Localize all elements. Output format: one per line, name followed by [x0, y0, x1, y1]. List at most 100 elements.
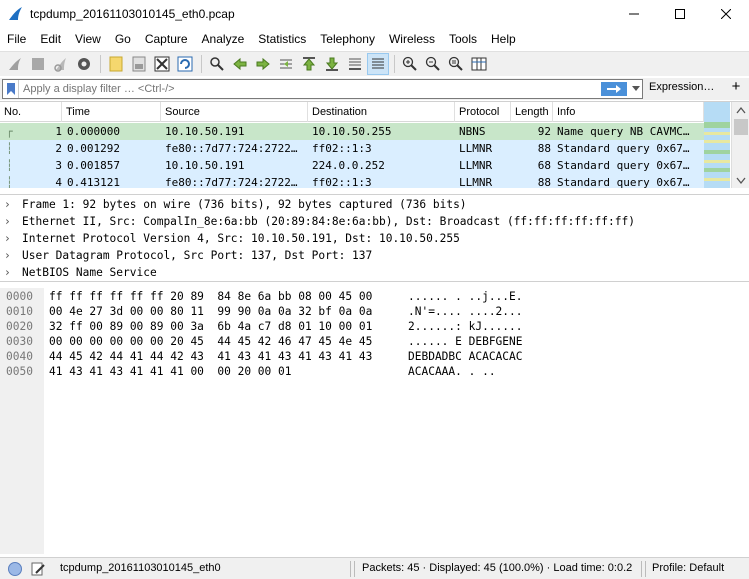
- byte-hex[interactable]: 32 ff 00 89 00 89 00 3a 6b 4a c7 d8 01 1…: [49, 319, 372, 334]
- detail-tree-item[interactable]: › Internet Protocol Version 4, Src: 10.10…: [4, 230, 460, 247]
- packet-destination: ff02::1:3: [312, 176, 372, 188]
- expand-arrow-icon[interactable]: ›: [4, 247, 22, 264]
- zoom-reset-icon: [448, 56, 463, 71]
- add-filter-button[interactable]: +: [726, 78, 746, 95]
- packet-time: 0.413121: [67, 176, 120, 188]
- packet-row[interactable]: ┆ 2 0.001292 fe80::7d77:724:2722… ff02::…: [0, 140, 704, 157]
- zoom-out-icon: [425, 56, 440, 71]
- stop-capture-button[interactable]: [27, 53, 49, 75]
- close-file-button[interactable]: [151, 53, 173, 75]
- autoscroll-icon: [349, 58, 361, 70]
- packet-source: 10.10.50.191: [165, 125, 245, 138]
- display-filter-input[interactable]: [19, 81, 589, 97]
- save-file-button[interactable]: [128, 53, 150, 75]
- byte-offset: 0030: [6, 335, 33, 348]
- reload-file-button[interactable]: [174, 53, 196, 75]
- zoom-in-icon: [402, 56, 417, 71]
- packet-list-scrollbar[interactable]: [731, 102, 749, 188]
- capture-comment-icon[interactable]: [30, 561, 46, 577]
- conversation-bracket-icon: ┌: [6, 125, 13, 138]
- expand-arrow-icon[interactable]: ›: [4, 264, 22, 281]
- expand-arrow-icon[interactable]: ›: [4, 196, 22, 213]
- packet-source: fe80::7d77:724:2722…: [165, 142, 298, 155]
- status-profile[interactable]: Profile: Default: [652, 562, 724, 574]
- menu-go[interactable]: Go: [108, 29, 138, 49]
- column-header-time[interactable]: Time: [62, 102, 161, 122]
- byte-hex[interactable]: 00 00 00 00 00 00 20 45 44 45 42 46 47 4…: [49, 334, 372, 349]
- first-packet-button[interactable]: [298, 53, 320, 75]
- restart-capture-button[interactable]: [50, 53, 72, 75]
- zoom-out-button[interactable]: [422, 53, 444, 75]
- find-packet-button[interactable]: [206, 53, 228, 75]
- display-filter-box: [2, 79, 643, 99]
- detail-text: User Datagram Protocol, Src Port: 137, D…: [22, 249, 373, 262]
- menu-analyze[interactable]: Analyze: [195, 29, 252, 49]
- packet-list-header: No. Time Source Destination Protocol Len…: [0, 102, 730, 122]
- byte-ascii[interactable]: .N'=.... ....2...: [408, 304, 523, 319]
- wireshark-fin-icon: [9, 7, 22, 20]
- zoom-in-button[interactable]: [399, 53, 421, 75]
- last-packet-button[interactable]: [321, 53, 343, 75]
- byte-hex[interactable]: 00 4e 27 3d 00 00 80 11 99 90 0a 0a 32 b…: [49, 304, 372, 319]
- detail-tree-item[interactable]: › Frame 1: 92 bytes on wire (736 bits), 9…: [4, 196, 467, 213]
- byte-ascii[interactable]: ...... . ..j...E.: [408, 289, 523, 304]
- filter-history-dropdown[interactable]: [629, 80, 643, 98]
- colorize-button[interactable]: [367, 53, 389, 75]
- detail-tree-item[interactable]: › Ethernet II, Src: CompalIn_8e:6a:bb (20…: [4, 213, 635, 230]
- byte-hex[interactable]: ff ff ff ff ff ff 20 89 84 8e 6a bb 08 0…: [49, 289, 372, 304]
- status-separator: [350, 561, 351, 577]
- menu-capture[interactable]: Capture: [138, 29, 195, 49]
- apply-filter-button[interactable]: [601, 82, 627, 96]
- filter-bookmark-button[interactable]: [3, 80, 19, 98]
- minimize-button[interactable]: [611, 0, 657, 28]
- column-header-destination[interactable]: Destination: [308, 102, 455, 122]
- start-capture-button[interactable]: [4, 53, 26, 75]
- expand-arrow-icon[interactable]: ›: [4, 230, 22, 247]
- packet-row[interactable]: ┆ 4 0.413121 fe80::7d77:724:2722… ff02::…: [0, 174, 704, 188]
- menu-statistics[interactable]: Statistics: [251, 29, 313, 49]
- go-to-packet-button[interactable]: [275, 53, 297, 75]
- arrow-up-icon: [302, 57, 316, 71]
- column-header-source[interactable]: Source: [161, 102, 308, 122]
- open-file-button[interactable]: [105, 53, 127, 75]
- packet-row[interactable]: ┌ 1 0.000000 10.10.50.191 10.10.50.255 N…: [0, 123, 704, 140]
- status-filename: tcpdump_20161103010145_eth0: [60, 562, 221, 574]
- packet-row[interactable]: ┆ 3 0.001857 10.10.50.191 224.0.0.252 LL…: [0, 157, 704, 174]
- menu-telephony[interactable]: Telephony: [313, 29, 382, 49]
- byte-ascii[interactable]: DEBDADBC ACACACAC: [408, 349, 523, 364]
- packet-minimap[interactable]: [704, 102, 730, 188]
- expert-info-icon[interactable]: [8, 562, 22, 576]
- column-header-protocol[interactable]: Protocol: [455, 102, 511, 122]
- maximize-button[interactable]: [657, 0, 703, 28]
- menu-view[interactable]: View: [68, 29, 108, 49]
- capture-options-button[interactable]: [73, 53, 95, 75]
- detail-text: Frame 1: 92 bytes on wire (736 bits), 92…: [22, 198, 467, 211]
- menu-help[interactable]: Help: [484, 29, 523, 49]
- packet-no: 4: [55, 176, 62, 188]
- normal-size-button[interactable]: [445, 53, 467, 75]
- byte-hex[interactable]: 44 45 42 44 41 44 42 43 41 43 41 43 41 4…: [49, 349, 372, 364]
- byte-ascii[interactable]: 2......: kJ......: [408, 319, 523, 334]
- column-header-info[interactable]: Info: [553, 102, 704, 122]
- byte-ascii[interactable]: ...... E DEBFGENE: [408, 334, 523, 349]
- go-forward-button[interactable]: [252, 53, 274, 75]
- menu-edit[interactable]: Edit: [33, 29, 68, 49]
- column-header-no[interactable]: No.: [0, 102, 62, 122]
- close-button[interactable]: [703, 0, 749, 28]
- autoscroll-button[interactable]: [344, 53, 366, 75]
- menu-wireless[interactable]: Wireless: [382, 29, 442, 49]
- toolbar-separator: [100, 55, 101, 73]
- byte-hex[interactable]: 41 43 41 43 41 41 41 00 00 20 00 01: [49, 364, 291, 379]
- column-header-length[interactable]: Length: [511, 102, 553, 122]
- detail-tree-item[interactable]: › User Datagram Protocol, Src Port: 137, …: [4, 247, 372, 264]
- go-back-button[interactable]: [229, 53, 251, 75]
- resize-columns-button[interactable]: [468, 53, 490, 75]
- expand-arrow-icon[interactable]: ›: [4, 213, 22, 230]
- expression-button[interactable]: Expression…: [649, 81, 714, 93]
- detail-tree-item[interactable]: › NetBIOS Name Service: [4, 264, 157, 281]
- display-filter-bar: Expression… +: [0, 78, 749, 100]
- menu-tools[interactable]: Tools: [442, 29, 484, 49]
- byte-offset: 0000: [6, 290, 33, 303]
- menu-file[interactable]: File: [0, 29, 33, 49]
- byte-ascii[interactable]: ACACAAA. . ..: [408, 364, 496, 379]
